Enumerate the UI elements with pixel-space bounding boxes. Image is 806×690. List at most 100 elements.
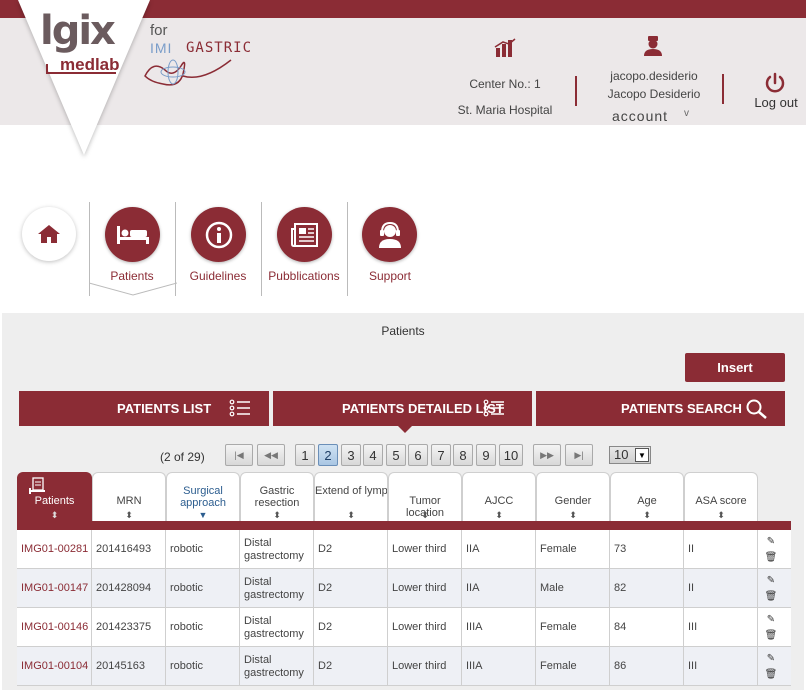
column-label: ASA score [695,495,747,507]
cell-asa-score: III [684,647,758,686]
cell-lymphadenectomy: D2 [314,569,388,608]
page-button[interactable]: 8 [453,444,473,466]
cell-surgical-approach: robotic [166,530,240,569]
cell-gender: Female [536,530,610,569]
username: jacopo.desiderio [610,69,698,83]
sort-icon[interactable]: ⬍ [241,511,313,520]
nav-publications-button[interactable] [277,207,332,262]
trash-icon[interactable]: 🗑 [763,589,779,605]
patient-id-link[interactable]: IMG01-00281 [17,530,92,569]
for-label: for [150,22,168,39]
sort-icon[interactable]: ⬍ [93,511,165,520]
home-button[interactable] [22,207,76,261]
sort-icon[interactable]: ⬍ [611,511,683,520]
nav-patients-button[interactable] [105,207,160,262]
nav-support-button[interactable] [362,207,417,262]
cell-ajcc: IIIA [462,608,536,647]
dropdown-arrow-icon: ▼ [635,448,649,462]
doctor-user-icon [642,35,664,62]
cell-gender: Female [536,608,610,647]
page-button[interactable]: 9 [476,444,496,466]
sort-icon[interactable]: ⬍ [315,511,387,520]
logo-sub-text: medlab [60,55,120,74]
page-button[interactable]: 5 [386,444,406,466]
column-label: Age [637,495,657,507]
table-row[interactable]: IMG01-00281 201416493 robotic Distal gas… [17,530,791,569]
column-label: Patients [34,495,75,507]
patient-id-link[interactable]: IMG01-00104 [17,647,92,686]
nav-guidelines-button[interactable] [191,207,246,262]
column-header-asa-score[interactable]: ASA score ⬍ [684,472,758,521]
nav-label-guidelines[interactable]: Guidelines [173,269,263,283]
page-size-select[interactable]: 10 ▼ [609,446,651,464]
header-divider [575,76,577,106]
cell-mrn: 201423375 [92,608,166,647]
product-name: GASTRIC [186,40,253,56]
user-fullname: Jacopo Desiderio [607,87,701,101]
home-icon [38,225,60,243]
table-row[interactable]: IMG01-00104 20145163 robotic Distal gast… [17,647,791,686]
sort-icon[interactable]: ⬍ [463,511,535,520]
edit-pencil-icon[interactable]: ✎ [763,573,779,589]
column-header-tumor-location[interactable]: Tumor location ⬍ [388,472,462,521]
account-menu[interactable]: account [612,108,668,124]
page-button[interactable]: 4 [363,444,383,466]
building-chart-icon [494,38,516,63]
center-number: Center No.: 1 [469,77,541,91]
insert-button[interactable]: Insert [685,353,785,382]
page-button[interactable]: 6 [408,444,428,466]
last-page-button[interactable]: ▶| [565,444,593,466]
tab-patients-detailed-list-label: PATIENTS DETAILED LIST [342,401,504,416]
cell-tumor-location: Lower third [388,647,462,686]
logout-button[interactable]: Log out [748,95,804,110]
account-caret-icon[interactable]: v [684,108,689,119]
table-row[interactable]: IMG01-00147 201428094 robotic Distal gas… [17,569,791,608]
column-header-surgical-approach[interactable]: Surgical approach ▼ [166,472,240,521]
cell-tumor-location: Lower third [388,569,462,608]
nav-label-support[interactable]: Support [345,269,435,283]
trash-icon[interactable]: 🗑 [763,550,779,566]
cell-gender: Male [536,569,610,608]
sort-icon[interactable]: ⬍ [537,511,609,520]
product-prefix: IMI [150,40,173,56]
table-row[interactable]: IMG01-00146 201423375 robotic Distal gas… [17,608,791,647]
trash-icon[interactable]: 🗑 [763,667,779,683]
column-header-mrn[interactable]: MRN ⬍ [92,472,166,521]
page-size-value: 10 [614,447,629,462]
page-button[interactable]: 3 [341,444,361,466]
edit-pencil-icon[interactable]: ✎ [763,534,779,550]
edit-pencil-icon[interactable]: ✎ [763,612,779,628]
tab-patients-list-label: PATIENTS LIST [117,401,212,416]
patient-id-link[interactable]: IMG01-00146 [17,608,92,647]
column-header-gender[interactable]: Gender ⬍ [536,472,610,521]
column-header-ajcc[interactable]: AJCC ⬍ [462,472,536,521]
tab-patients-list[interactable]: PATIENTS LIST [19,391,269,426]
sort-icon[interactable]: ⬍ [685,511,757,520]
tab-patients-detailed-list[interactable]: PATIENTS DETAILED LIST [273,391,532,426]
logix-logo[interactable]: lgix [40,8,116,54]
patient-id-link[interactable]: IMG01-00147 [17,569,92,608]
sort-icon[interactable]: ⬍ [389,511,461,520]
column-header-lymphadenectomy[interactable]: Extend of lymphadenectomy ⬍ [314,472,388,521]
page-count: (2 of 29) [160,450,205,464]
cell-ajcc: IIIA [462,647,536,686]
page-button[interactable]: 7 [431,444,451,466]
column-header-age[interactable]: Age ⬍ [610,472,684,521]
cell-asa-score: III [684,608,758,647]
column-header-gastric-resection[interactable]: Gastric resection ⬍ [240,472,314,521]
page-button[interactable]: 10 [499,444,523,466]
page: lgix medlab for IMI GASTRIC Center No.: … [0,0,806,690]
search-icon [746,399,767,419]
nav-label-publications[interactable]: Pubblications [259,269,349,283]
page-button[interactable]: 1 [295,444,315,466]
sort-desc-icon[interactable]: ▼ [167,511,239,520]
prev-page-button[interactable]: ◀◀ [257,444,285,466]
tab-patients-search[interactable]: PATIENTS SEARCH [536,391,785,426]
sort-icon[interactable]: ⬍ [18,511,91,520]
page-button-current[interactable]: 2 [318,444,338,466]
trash-icon[interactable]: 🗑 [763,628,779,644]
column-header-patients[interactable]: Patients ⬍ [17,472,92,521]
edit-pencil-icon[interactable]: ✎ [763,651,779,667]
first-page-button[interactable]: |◀ [225,444,253,466]
next-page-button[interactable]: ▶▶ [533,444,561,466]
